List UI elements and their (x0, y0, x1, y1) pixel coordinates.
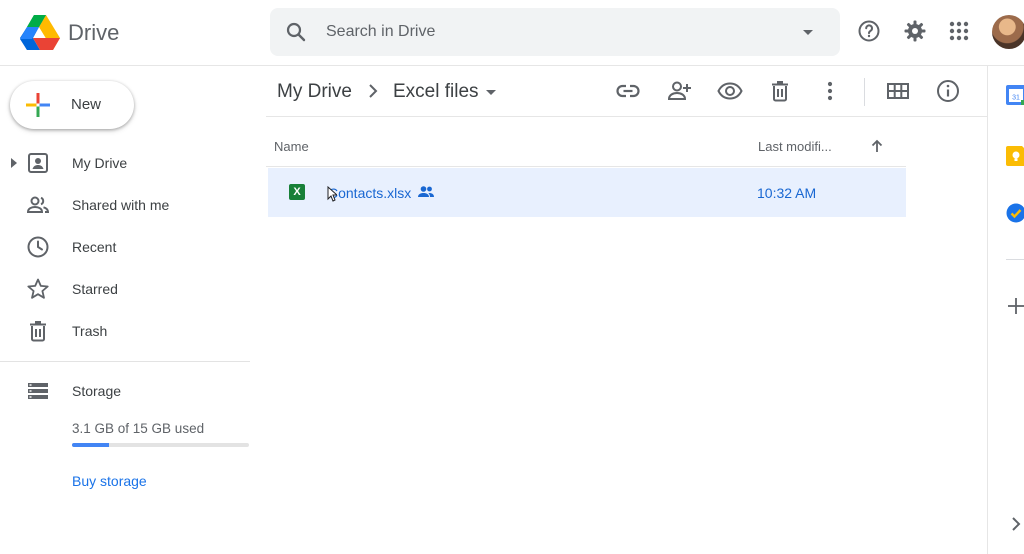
link-icon (616, 84, 640, 98)
folder-menu-chevron-down-icon[interactable] (484, 85, 498, 99)
more-actions-button[interactable] (817, 78, 843, 104)
sidebar-item-label: Shared with me (72, 197, 170, 213)
chevron-right-icon (369, 84, 378, 98)
trash-icon (30, 321, 46, 342)
help-icon (858, 20, 880, 42)
column-header-divider (266, 166, 906, 167)
settings-button[interactable] (901, 17, 929, 45)
gear-icon (904, 20, 926, 42)
view-details-button[interactable] (935, 78, 961, 104)
breadcrumb-current-folder[interactable]: Excel files (393, 81, 479, 103)
table-row[interactable]: X Contacts.xlsx 10:32 AM (268, 168, 906, 217)
sidebar-divider (0, 361, 250, 362)
breadcrumb-my-drive[interactable]: My Drive (277, 81, 352, 103)
more-vert-icon (827, 81, 833, 101)
help-button[interactable] (855, 17, 883, 45)
info-icon (937, 80, 959, 102)
eye-icon (717, 82, 743, 100)
my-drive-icon (28, 153, 48, 173)
storage-used-text: 3.1 GB of 15 GB used (72, 421, 205, 436)
keep-icon[interactable] (1006, 146, 1024, 166)
star-icon (27, 278, 49, 299)
plus-icon (26, 93, 50, 117)
storage-icon (28, 383, 48, 399)
shared-with-me-icon (26, 196, 50, 213)
sidebar-item-storage[interactable]: Storage (0, 371, 250, 411)
grid-view-button[interactable] (885, 78, 911, 104)
search-bar[interactable] (270, 8, 840, 56)
toolbar-bottom-divider (266, 116, 987, 117)
get-link-button[interactable] (615, 78, 641, 104)
app-title[interactable]: Drive (68, 20, 119, 46)
apps-button[interactable] (945, 17, 973, 45)
sidebar-item-label: Starred (72, 281, 118, 297)
storage-progress-fill (72, 443, 109, 447)
side-panel-divider (1006, 259, 1024, 260)
sidebar-item-label: Storage (72, 383, 122, 399)
clock-icon (27, 236, 49, 258)
account-avatar[interactable] (992, 15, 1024, 49)
preview-button[interactable] (717, 78, 743, 104)
grid-view-icon (887, 83, 909, 99)
share-button[interactable] (666, 78, 692, 104)
sidebar-item-label: Recent (72, 239, 117, 255)
sidebar-item-label: Trash (72, 323, 108, 339)
storage-progress-bar (72, 443, 249, 447)
top-header: Drive (0, 0, 1024, 66)
sidebar-item-my-drive[interactable]: My Drive (0, 143, 250, 183)
trash-icon (772, 81, 788, 102)
column-header-name[interactable]: Name (274, 139, 309, 154)
shared-people-icon (418, 186, 434, 197)
apps-grid-icon (949, 21, 969, 41)
drive-logo-icon[interactable] (20, 14, 60, 50)
expand-panel-chevron-right-icon[interactable] (1006, 514, 1024, 534)
buy-storage-link[interactable]: Buy storage (72, 473, 147, 489)
add-person-icon (667, 81, 691, 100)
mouse-cursor-icon (327, 186, 337, 202)
column-header-last-modified[interactable]: Last modifi... (758, 139, 832, 154)
add-addon-plus-icon[interactable] (1006, 296, 1024, 316)
search-icon[interactable] (284, 20, 308, 44)
toolbar-divider (864, 78, 865, 106)
calendar-day: 31 (1012, 95, 1020, 102)
search-options-chevron-down-icon[interactable] (800, 24, 816, 40)
search-input[interactable] (326, 19, 786, 45)
expand-arrow-icon[interactable] (10, 158, 18, 168)
file-name[interactable]: Contacts.xlsx (328, 185, 411, 201)
sort-arrow-up-icon[interactable] (869, 138, 885, 154)
sidebar-item-label: My Drive (72, 155, 128, 171)
excel-file-icon: X (289, 184, 305, 200)
file-last-modified: 10:32 AM (757, 185, 817, 201)
new-button-label: New (71, 96, 102, 113)
sidebar-item-recent[interactable]: Recent (0, 227, 250, 267)
sidebar-item-starred[interactable]: Starred (0, 269, 250, 309)
tasks-icon[interactable] (1006, 203, 1024, 223)
side-panel: 31 (987, 66, 1024, 554)
sidebar-item-trash[interactable]: Trash (0, 311, 250, 351)
calendar-icon[interactable]: 31 (1006, 85, 1024, 105)
sidebar-item-shared-with-me[interactable]: Shared with me (0, 185, 250, 225)
new-button[interactable]: New (10, 81, 134, 129)
remove-button[interactable] (767, 78, 793, 104)
